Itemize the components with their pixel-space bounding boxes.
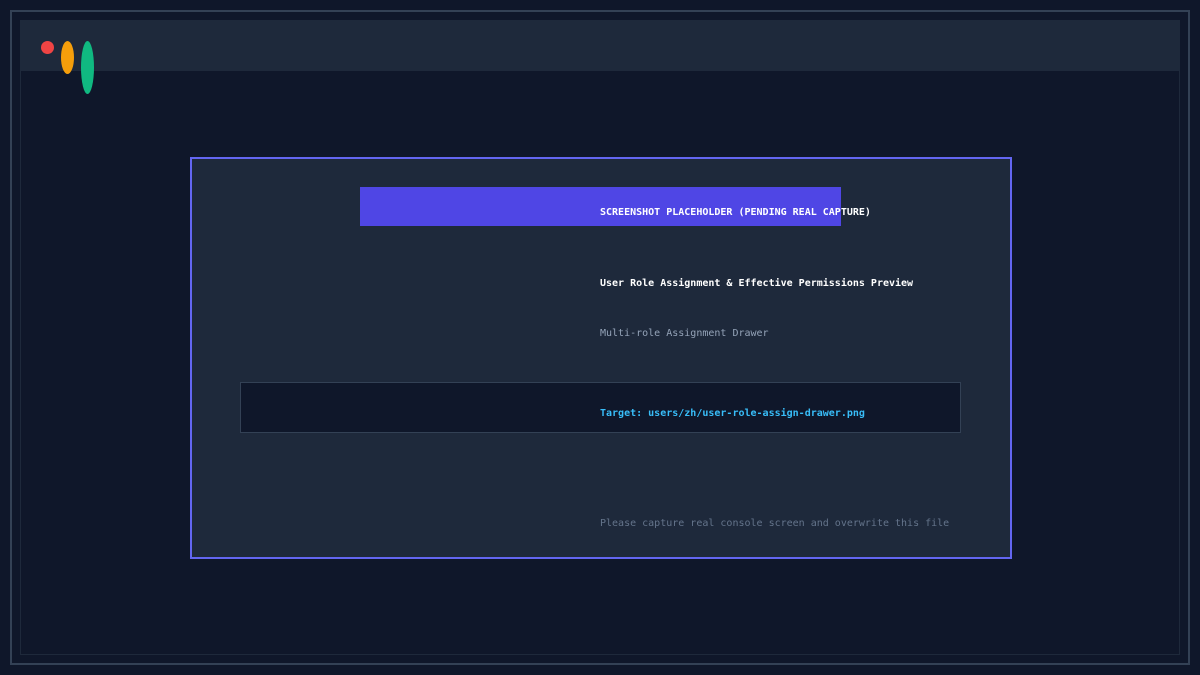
placeholder-banner-label: SCREENSHOT PLACEHOLDER (PENDING REAL CAP… xyxy=(600,207,871,218)
maximize-dot-icon[interactable] xyxy=(81,41,94,94)
window-titlebar xyxy=(21,21,1179,94)
target-path-label: Target: users/zh/user-role-assign-drawer… xyxy=(600,408,865,419)
close-dot-icon[interactable] xyxy=(41,41,54,54)
placeholder-card: SCREENSHOT PLACEHOLDER (PENDING REAL CAP… xyxy=(190,157,1012,559)
placeholder-subtitle: Multi-role Assignment Drawer xyxy=(600,328,769,339)
placeholder-title: User Role Assignment & Effective Permiss… xyxy=(600,278,914,289)
minimize-dot-icon[interactable] xyxy=(61,41,74,74)
placeholder-footer-note: Please capture real console screen and o… xyxy=(600,518,950,529)
